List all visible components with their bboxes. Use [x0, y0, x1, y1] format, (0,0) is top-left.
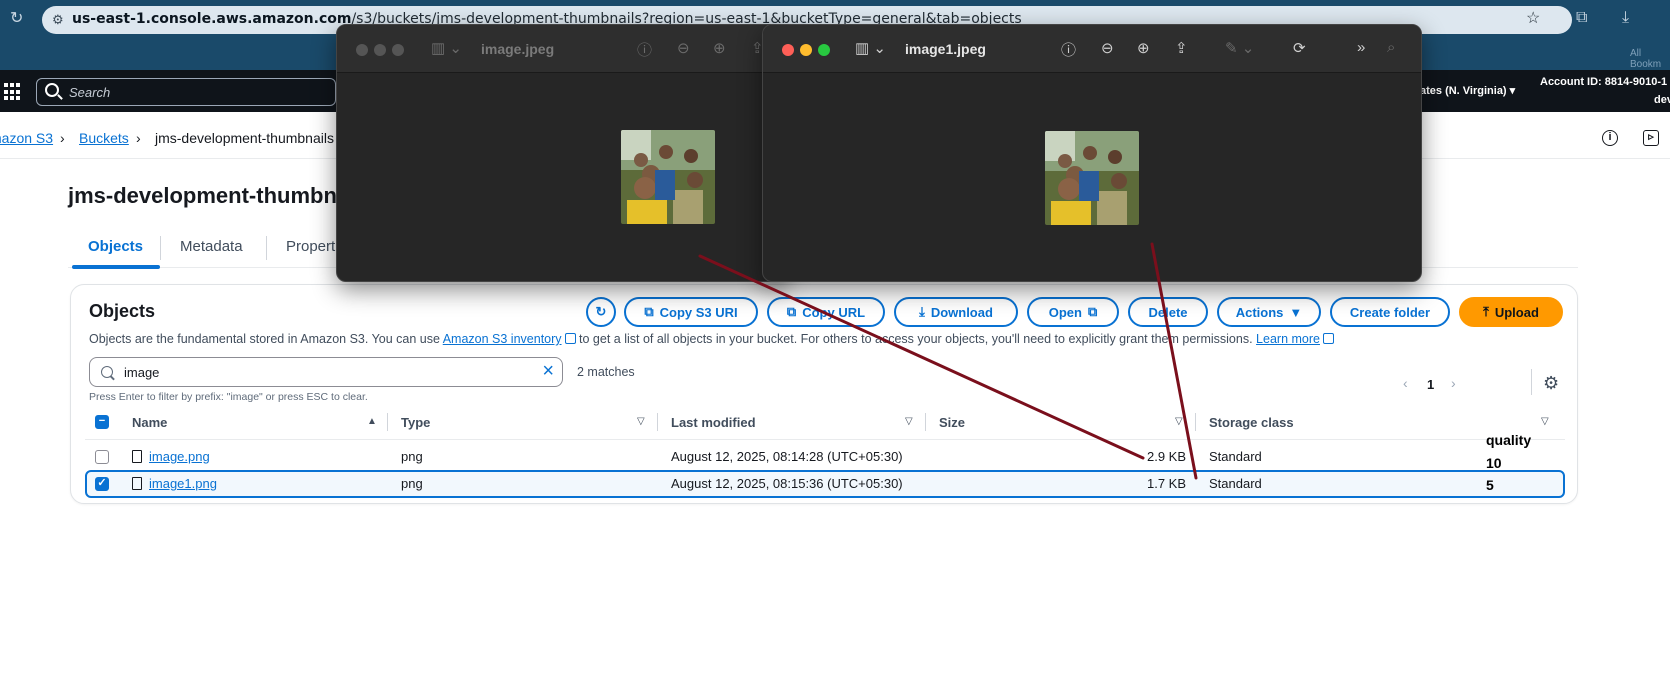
annotation-lines	[698, 242, 1198, 480]
annotation-line-image1	[1150, 242, 1198, 480]
annotation-line-image	[698, 254, 1145, 460]
